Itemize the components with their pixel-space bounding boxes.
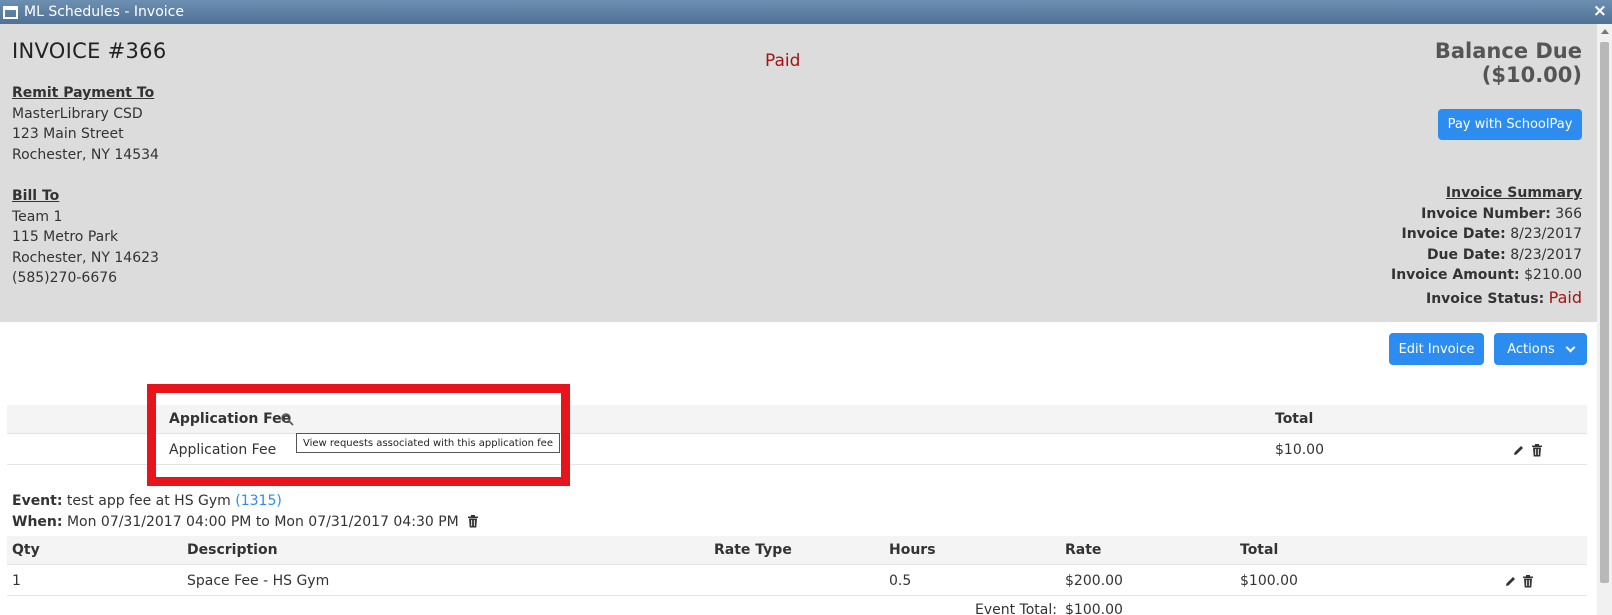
bill-to-block: Bill To Team 1 115 Metro Park Rochester,… (12, 186, 159, 289)
summary-heading: Invoice Summary (1445, 185, 1582, 201)
scroll-thumb[interactable] (1600, 42, 1609, 583)
app-fee-description: Application Fee (169, 442, 277, 458)
event-text: test app fee at HS Gym (66, 493, 231, 509)
balance-amount: ($10.00) (1481, 63, 1582, 87)
column-header-total: Total (1240, 542, 1279, 558)
trash-icon[interactable] (1522, 575, 1534, 592)
remit-line: MasterLibrary CSD (12, 105, 143, 122)
summary-invoice-amount: Invoice Amount: $210.00 (1390, 267, 1582, 283)
invoice-title: INVOICE #366 (12, 39, 167, 63)
bill-to-heading: Bill To (12, 188, 60, 204)
summary-invoice-date: Invoice Date: 8/23/2017 (1401, 226, 1583, 242)
bill-to-line: 115 Metro Park (12, 229, 119, 245)
row-total: $100.00 (1240, 573, 1298, 589)
event-total-label: Event Total: (975, 602, 1057, 615)
pencil-icon[interactable] (1512, 444, 1525, 461)
edit-invoice-button[interactable]: Edit Invoice (1389, 333, 1484, 365)
tooltip: View requests associated with this appli… (296, 433, 560, 453)
remit-line: Rochester, NY 14534 (12, 146, 159, 163)
window-titlebar: ML Schedules - Invoice × (0, 0, 1612, 24)
when-label: When: (12, 514, 63, 530)
remit-payment-block: Remit Payment To MasterLibrary CSD 123 M… (12, 83, 159, 165)
close-icon[interactable]: × (1593, 1, 1607, 21)
event-line: Event: test app fee at HS Gym (1315) (12, 493, 282, 509)
remit-heading: Remit Payment To (12, 85, 155, 101)
bill-to-line: (585)270-6676 (12, 270, 118, 286)
trash-icon[interactable] (1531, 444, 1543, 461)
pay-with-schoolpay-button[interactable]: Pay with SchoolPay (1438, 109, 1582, 140)
app-fee-total-header: Total (1275, 411, 1314, 427)
event-label: Event: (12, 493, 63, 509)
bill-to-line: Rochester, NY 14623 (12, 249, 159, 266)
row-hours: 0.5 (889, 573, 912, 589)
balance-label: Balance Due (1434, 39, 1582, 63)
row-qty: 1 (12, 573, 21, 589)
actions-dropdown-button[interactable]: Actions (1494, 333, 1587, 365)
column-header-qty: Qty (12, 542, 40, 558)
app-fee-header: Application Fee (169, 411, 292, 427)
summary-due-date: Due Date: 8/23/2017 (1426, 246, 1582, 263)
scroll-up-arrow[interactable] (1597, 24, 1612, 39)
vertical-scrollbar[interactable] (1597, 24, 1612, 615)
window-title: ML Schedules - Invoice (24, 4, 184, 20)
row-rate: $200.00 (1065, 573, 1123, 589)
event-id-link[interactable]: (1315) (235, 493, 282, 509)
event-total-value: $100.00 (1065, 602, 1123, 615)
remit-line: 123 Main Street (12, 126, 124, 142)
column-header-description: Description (187, 542, 278, 558)
summary-invoice-number: Invoice Number: 366 (1421, 205, 1582, 222)
row-description: Space Fee - HS Gym (187, 573, 330, 589)
column-header-rate-type: Rate Type (714, 542, 792, 558)
chevron-down-icon (1565, 342, 1576, 352)
when-text: Mon 07/31/2017 04:00 PM to Mon 07/31/201… (66, 514, 459, 530)
summary-invoice-status: Invoice Status: Paid (1426, 287, 1582, 307)
column-header-hours: Hours (889, 542, 936, 558)
app-fee-total: $10.00 (1275, 442, 1324, 458)
balance-due: Balance Due ($10.00) (1435, 39, 1582, 87)
paid-status-label: Paid (765, 51, 801, 71)
when-line: When: Mon 07/31/2017 04:00 PM to Mon 07/… (12, 513, 479, 530)
actions-label: Actions (1507, 341, 1555, 357)
column-header-rate: Rate (1065, 542, 1102, 558)
invoice-summary: Invoice Summary Invoice Number: 366 Invo… (1391, 183, 1582, 309)
trash-icon[interactable] (467, 515, 479, 532)
window-icon (3, 5, 18, 19)
search-icon[interactable] (281, 413, 294, 430)
pencil-icon[interactable] (1504, 575, 1517, 592)
bill-to-line: Team 1 (12, 208, 63, 225)
